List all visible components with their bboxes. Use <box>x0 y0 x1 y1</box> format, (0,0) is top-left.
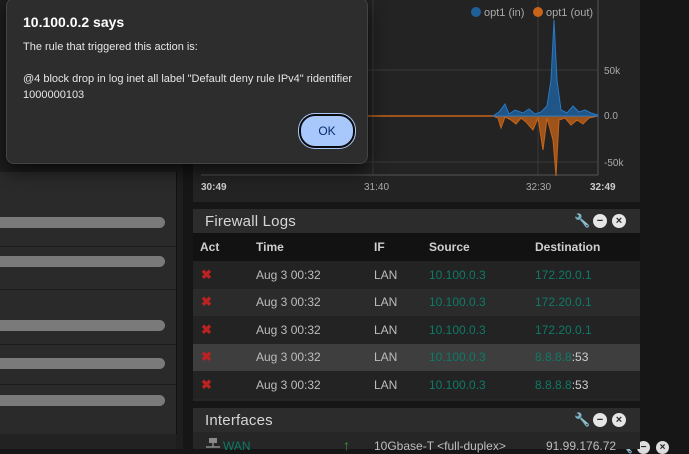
panel-controls: 🔧 − × <box>574 413 626 427</box>
table-row: ✖ Aug 3 00:32 LAN 10.100.0.3 8.8.8.8:53 <box>193 343 640 371</box>
panel-title: Interfaces <box>205 412 273 429</box>
destination-ip-link[interactable]: 172.20.0.1 <box>535 323 592 337</box>
panel-header: Interfaces 🔧 − × <box>193 408 640 432</box>
interfaces-panel: Interfaces 🔧 − × WAN ↑ 10Gbase-T <full-d… <box>193 408 640 453</box>
x-tick-label: 32:30 <box>526 182 551 193</box>
legend-in-label: opt1 (in) <box>484 7 524 19</box>
table-row: ✖ Aug 3 00:32 LAN 10.100.0.3 172.20.0.1 <box>193 261 640 289</box>
wrench-icon[interactable]: 🔧 <box>574 214 590 228</box>
left-widget-panel <box>0 172 177 434</box>
column-header-time: Time <box>256 233 374 261</box>
progress-bar <box>0 217 165 228</box>
destination-port: :53 <box>571 377 589 392</box>
source-ip-link[interactable]: 10.100.0.3 <box>429 323 486 337</box>
legend-out-swatch <box>533 7 543 17</box>
table-row: ✖ Aug 3 00:32 LAN 10.100.0.3 172.20.0.1 <box>193 316 640 344</box>
progress-bar <box>0 395 165 406</box>
dialog-message-intro: The rule that triggered this action is: <box>23 41 198 53</box>
log-time: Aug 3 00:32 <box>256 261 374 289</box>
left-widget-header <box>0 434 176 449</box>
table-row: ✖ Aug 3 00:32 LAN 10.100.0.3 8.8.8.8:53 <box>193 371 640 399</box>
y-tick-label: 50k <box>604 66 621 77</box>
ok-button[interactable]: OK <box>298 113 356 149</box>
log-interface: LAN <box>374 288 429 316</box>
divider <box>0 344 176 345</box>
divider <box>0 384 176 385</box>
legend-out-label: opt1 (out) <box>546 7 593 19</box>
log-interface: LAN <box>374 261 429 289</box>
divider <box>0 246 176 247</box>
interface-name-link[interactable]: WAN <box>223 439 251 453</box>
interface-media: 10Gbase-T <full-duplex> <box>374 439 506 453</box>
source-ip-link[interactable]: 10.100.0.3 <box>429 350 486 364</box>
block-icon[interactable]: ✖ <box>201 294 212 309</box>
log-interface: LAN <box>374 371 429 399</box>
source-ip-link[interactable]: 10.100.0.3 <box>429 295 486 309</box>
legend-in-swatch <box>471 7 481 17</box>
destination-ip-link[interactable]: 172.20.0.1 <box>535 295 592 309</box>
divider <box>0 289 176 290</box>
log-time: Aug 3 00:32 <box>256 343 374 371</box>
log-interface: LAN <box>374 316 429 344</box>
x-tick-label: 30:49 <box>201 182 227 193</box>
progress-bar <box>0 320 165 331</box>
minimize-icon[interactable]: − <box>593 413 607 427</box>
log-interface: LAN <box>374 343 429 371</box>
panel-title: Firewall Logs <box>205 213 296 230</box>
source-ip-link[interactable]: 10.100.0.3 <box>429 378 486 392</box>
close-icon[interactable]: × <box>656 441 669 454</box>
column-header-act: Act <box>193 233 256 261</box>
source-ip-link[interactable]: 10.100.0.3 <box>429 268 486 282</box>
close-icon[interactable]: × <box>612 214 626 228</box>
panel-controls: 🔧 − × <box>574 214 626 228</box>
destination-port: :53 <box>571 350 589 365</box>
column-header-destination: Destination <box>535 233 640 261</box>
column-header-source: Source <box>429 233 535 261</box>
series-in-area <box>491 19 599 117</box>
y-tick-label: -50k <box>604 158 624 169</box>
minimize-icon[interactable]: − <box>593 214 607 228</box>
panel-header: Firewall Logs 🔧 − × <box>193 209 640 233</box>
log-time: Aug 3 00:32 <box>256 316 374 344</box>
dialog-title: 10.100.0.2 says <box>23 14 125 30</box>
block-icon[interactable]: ✖ <box>201 267 212 282</box>
destination-ip-link[interactable]: 8.8.8.8 <box>535 350 572 364</box>
interface-ip: 91.99.176.72 <box>546 439 617 453</box>
log-time: Aug 3 00:32 <box>256 288 374 316</box>
block-icon[interactable]: ✖ <box>201 349 212 364</box>
network-icon <box>206 438 220 448</box>
destination-ip-link[interactable]: 8.8.8.8 <box>535 378 572 392</box>
close-icon[interactable]: × <box>612 413 626 427</box>
firewall-logs-panel: Firewall Logs 🔧 − × Act Time IF Source D… <box>193 209 640 401</box>
interface-row: WAN ↑ 10Gbase-T <full-duplex> 91.99.176.… <box>193 437 640 453</box>
x-tick-label: 32:49 <box>590 182 616 193</box>
log-time: Aug 3 00:32 <box>256 371 374 399</box>
y-tick-label: 0.0 <box>604 111 618 122</box>
wrench-icon[interactable]: 🔧 <box>574 413 590 427</box>
firewall-logs-table: Act Time IF Source Destination ✖ Aug 3 0… <box>193 233 640 399</box>
block-icon[interactable]: ✖ <box>201 377 212 392</box>
alert-dialog: 10.100.0.2 says The rule that triggered … <box>6 0 368 164</box>
progress-bar <box>0 256 165 267</box>
table-row: ✖ Aug 3 00:32 LAN 10.100.0.3 172.20.0.1 <box>193 288 640 316</box>
up-arrow-icon: ↑ <box>343 437 350 453</box>
column-header-if: IF <box>374 233 429 261</box>
destination-ip-link[interactable]: 172.20.0.1 <box>535 268 592 282</box>
series-out-area <box>492 115 599 177</box>
x-tick-label: 31:40 <box>364 182 389 193</box>
block-icon[interactable]: ✖ <box>201 322 212 337</box>
dialog-message-rule: @4 block drop in log inet all label "Def… <box>23 73 352 101</box>
progress-bar <box>0 358 165 369</box>
